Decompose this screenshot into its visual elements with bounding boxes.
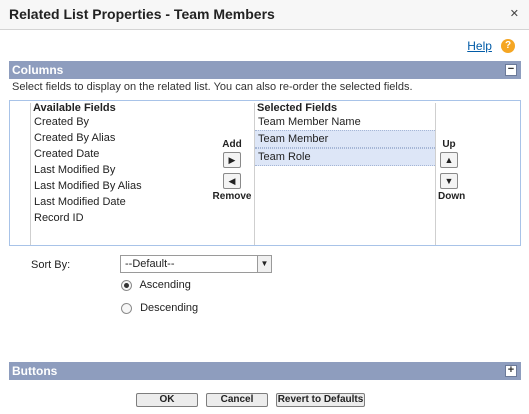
down-label: Down <box>438 191 466 202</box>
reorder-controls: Up ▲ ▼ Down <box>438 139 466 202</box>
available-fields-list[interactable]: Available Fields Created By Created By A… <box>30 103 210 245</box>
selected-fields-header: Selected Fields <box>257 102 338 114</box>
buttons-section-title: Buttons <box>12 364 58 378</box>
ok-button[interactable]: OK <box>136 393 198 407</box>
up-arrow-button[interactable]: ▲ <box>440 152 458 168</box>
descending-label: Descending <box>140 302 199 314</box>
sort-by-value: --Default-- <box>125 258 175 270</box>
dropdown-arrow-icon[interactable]: ▼ <box>257 256 271 272</box>
add-label: Add <box>222 139 242 150</box>
up-label: Up <box>442 139 456 150</box>
descending-option[interactable]: Descending <box>121 302 198 314</box>
sort-by-label: Sort By: <box>31 259 71 271</box>
buttons-section-header: Buttons + <box>9 362 521 380</box>
ascending-radio[interactable] <box>121 279 132 291</box>
list-item[interactable]: Last Modified By <box>31 162 210 178</box>
columns-section-header: Columns − <box>9 61 521 79</box>
buttons-expand-icon[interactable]: + <box>505 365 517 377</box>
list-item[interactable]: Last Modified Date <box>31 194 210 210</box>
list-item[interactable]: Created Date <box>31 146 210 162</box>
dialog-title: Related List Properties - Team Members <box>9 6 275 22</box>
columns-section-title: Columns <box>12 63 64 77</box>
available-fields-header: Available Fields <box>33 102 116 114</box>
ascending-option[interactable]: Ascending <box>121 279 191 291</box>
columns-collapse-icon[interactable]: − <box>505 64 517 76</box>
sort-by-select[interactable]: --Default-- ▼ <box>120 255 272 273</box>
field-selector: Available Fields Created By Created By A… <box>9 100 521 246</box>
help-row: Help ? <box>467 39 515 55</box>
columns-instructions: Select fields to display on the related … <box>12 81 413 93</box>
ascending-label: Ascending <box>139 279 191 291</box>
help-icon[interactable]: ? <box>501 39 515 53</box>
list-item[interactable]: Team Member Name <box>255 114 435 130</box>
remove-label: Remove <box>212 191 252 202</box>
list-item[interactable]: Last Modified By Alias <box>31 178 210 194</box>
remove-arrow-button[interactable]: ◀ <box>223 173 241 189</box>
list-item[interactable]: Created By <box>31 114 210 130</box>
add-arrow-button[interactable]: ▶ <box>223 152 241 168</box>
list-item[interactable]: Team Role <box>255 148 435 166</box>
cancel-button[interactable]: Cancel <box>206 393 268 407</box>
down-arrow-button[interactable]: ▼ <box>440 173 458 189</box>
list-item[interactable]: Record ID <box>31 210 210 226</box>
revert-to-defaults-button[interactable]: Revert to Defaults <box>276 393 365 407</box>
selected-fields-list[interactable]: Selected Fields Team Member Name Team Me… <box>254 103 436 245</box>
close-icon[interactable]: ✕ <box>510 7 519 20</box>
related-list-properties-dialog: Related List Properties - Team Members ✕… <box>0 0 529 414</box>
descending-radio[interactable] <box>121 302 132 314</box>
list-item[interactable]: Team Member <box>255 130 435 148</box>
help-link[interactable]: Help <box>467 39 492 53</box>
list-item[interactable]: Created By Alias <box>31 130 210 146</box>
add-remove-controls: Add ▶ ◀ Remove <box>210 139 254 202</box>
dialog-titlebar: Related List Properties - Team Members ✕ <box>0 0 529 30</box>
